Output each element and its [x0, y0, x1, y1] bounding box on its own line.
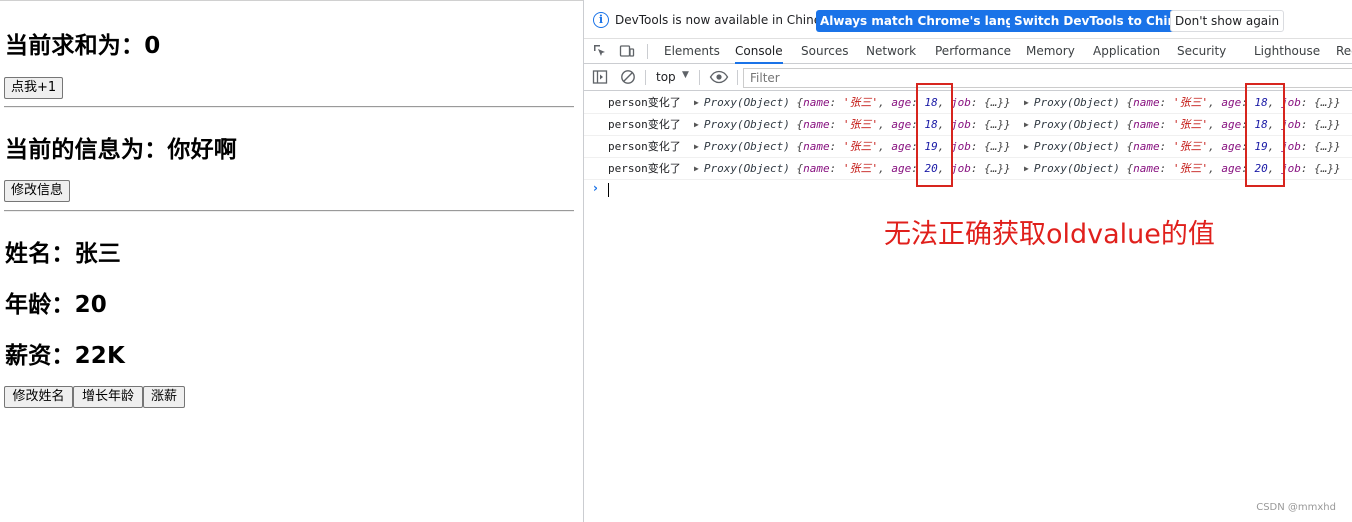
console-message-row: person变化了 ▶ Proxy(Object) {name: '张三', age… — [584, 136, 1352, 158]
tab-security[interactable]: Security — [1177, 39, 1226, 64]
log-prefix: person变化了 — [608, 96, 681, 109]
age-heading: 年龄：20 — [5, 292, 108, 318]
separator — [699, 70, 700, 85]
chevron-down-icon[interactable]: ▼ — [682, 70, 689, 80]
log-prefix: person变化了 — [608, 118, 681, 131]
info-icon: i — [593, 12, 609, 28]
vue-app-page: 当前求和为：0 点我+1 当前的信息为：你好啊 修改信息 姓名：张三 年龄：20… — [0, 0, 583, 522]
expand-triangle-icon[interactable]: ▶ — [1024, 164, 1029, 173]
console-message-row: person变化了 ▶ Proxy(Object) {name: '张三', age… — [584, 92, 1352, 114]
edit-message-button[interactable]: 修改信息 — [4, 180, 71, 202]
raise-salary-button[interactable]: 涨薪 — [143, 386, 185, 408]
expand-triangle-icon[interactable]: ▶ — [1024, 120, 1029, 129]
salary-heading: 薪资：22K — [5, 343, 126, 369]
console-toolbar: top ▼ Filter — [584, 65, 1352, 91]
increment-button[interactable]: 点我+1 — [4, 77, 64, 99]
tab-lighthouse[interactable]: Lighthouse — [1254, 39, 1320, 64]
object-label: Proxy(Object) — [703, 96, 790, 109]
new-value-object[interactable]: ▶ Proxy(Object) {name: '张三', age: 18, job… — [694, 92, 1011, 113]
infobar-message: DevTools is now available in Chinese! — [615, 13, 840, 27]
expand-triangle-icon[interactable]: ▶ — [694, 120, 699, 129]
object-label: Proxy(Object) — [1033, 140, 1120, 153]
language-infobar: i DevTools is now available in Chinese! … — [584, 4, 1352, 37]
tab-sources[interactable]: Sources — [801, 39, 848, 64]
expand-triangle-icon[interactable]: ▶ — [694, 142, 699, 151]
separator — [647, 44, 648, 59]
object-label: Proxy(Object) — [703, 140, 790, 153]
tab-recorder[interactable]: Rec — [1336, 39, 1352, 64]
sidebar-toggle-icon[interactable] — [592, 69, 608, 85]
console-input[interactable] — [608, 183, 609, 197]
name-value: '张三' — [1172, 96, 1209, 109]
inspect-element-icon[interactable] — [592, 43, 608, 59]
console-prompt-icon: › — [593, 181, 598, 195]
console-message-row: person变化了 ▶ Proxy(Object) {name: '张三', age… — [584, 114, 1352, 136]
highlight-box-old-age — [1245, 83, 1285, 187]
name-value: '张三' — [1172, 118, 1209, 131]
increase-age-button[interactable]: 增长年龄 — [73, 386, 143, 408]
name-value: '张三' — [842, 162, 879, 175]
tab-memory[interactable]: Memory — [1026, 39, 1075, 64]
object-label: Proxy(Object) — [1033, 96, 1120, 109]
object-label: Proxy(Object) — [703, 118, 790, 131]
tab-network[interactable]: Network — [866, 39, 916, 64]
clear-console-icon[interactable] — [620, 69, 636, 85]
separator — [645, 70, 646, 85]
old-value-object[interactable]: ▶ Proxy(Object) {name: '张三', age: 20, job… — [1024, 158, 1341, 179]
expand-triangle-icon[interactable]: ▶ — [694, 164, 699, 173]
eye-icon[interactable] — [709, 69, 729, 85]
log-prefix: person变化了 — [608, 140, 681, 153]
context-selector[interactable]: top — [656, 70, 676, 84]
object-label: Proxy(Object) — [703, 162, 790, 175]
highlight-box-new-age — [916, 83, 953, 187]
console-message-row: person变化了 ▶ Proxy(Object) {name: '张三', age… — [584, 158, 1352, 180]
watermark: CSDN @mmxhd — [1256, 502, 1336, 513]
separator — [737, 70, 738, 85]
console-messages: person变化了 ▶ Proxy(Object) {name: '张三', age… — [584, 92, 1352, 180]
old-value-object[interactable]: ▶ Proxy(Object) {name: '张三', age: 19, job… — [1024, 136, 1341, 157]
annotation-text: 无法正确获取oldvalue的值 — [884, 219, 1215, 250]
message-heading: 当前的信息为：你好啊 — [5, 137, 237, 163]
name-value: '张三' — [842, 96, 879, 109]
name-value: '张三' — [1172, 162, 1209, 175]
tab-performance[interactable]: Performance — [935, 39, 1011, 64]
dont-show-again-button[interactable]: Don't show again — [1170, 10, 1285, 32]
sum-heading: 当前求和为：0 — [5, 33, 161, 59]
expand-triangle-icon[interactable]: ▶ — [1024, 142, 1029, 151]
old-value-object[interactable]: ▶ Proxy(Object) {name: '张三', age: 18, job… — [1024, 114, 1341, 135]
expand-triangle-icon[interactable]: ▶ — [694, 98, 699, 107]
edit-name-button[interactable]: 修改姓名 — [4, 386, 73, 408]
devtools-panel: i DevTools is now available in Chinese! … — [583, 0, 1352, 522]
object-label: Proxy(Object) — [1033, 162, 1120, 175]
tab-console[interactable]: Console — [735, 39, 783, 64]
object-label: Proxy(Object) — [1033, 118, 1120, 131]
name-value: '张三' — [1172, 140, 1209, 153]
divider — [4, 210, 574, 212]
devtools-tabbar: Elements Console Sources Network Perform… — [584, 38, 1352, 64]
new-value-object[interactable]: ▶ Proxy(Object) {name: '张三', age: 19, job… — [694, 136, 1011, 157]
name-value: '张三' — [842, 118, 879, 131]
tab-application[interactable]: Application — [1093, 39, 1160, 64]
new-value-object[interactable]: ▶ Proxy(Object) {name: '张三', age: 20, job… — [694, 158, 1011, 179]
tab-elements[interactable]: Elements — [664, 39, 720, 64]
log-prefix: person变化了 — [608, 162, 681, 175]
name-heading: 姓名：张三 — [5, 241, 121, 267]
name-value: '张三' — [842, 140, 879, 153]
new-value-object[interactable]: ▶ Proxy(Object) {name: '张三', age: 18, job… — [694, 114, 1011, 135]
old-value-object[interactable]: ▶ Proxy(Object) {name: '张三', age: 18, job… — [1024, 92, 1341, 113]
device-toolbar-icon[interactable] — [619, 43, 635, 59]
expand-triangle-icon[interactable]: ▶ — [1024, 98, 1029, 107]
divider — [4, 106, 574, 108]
